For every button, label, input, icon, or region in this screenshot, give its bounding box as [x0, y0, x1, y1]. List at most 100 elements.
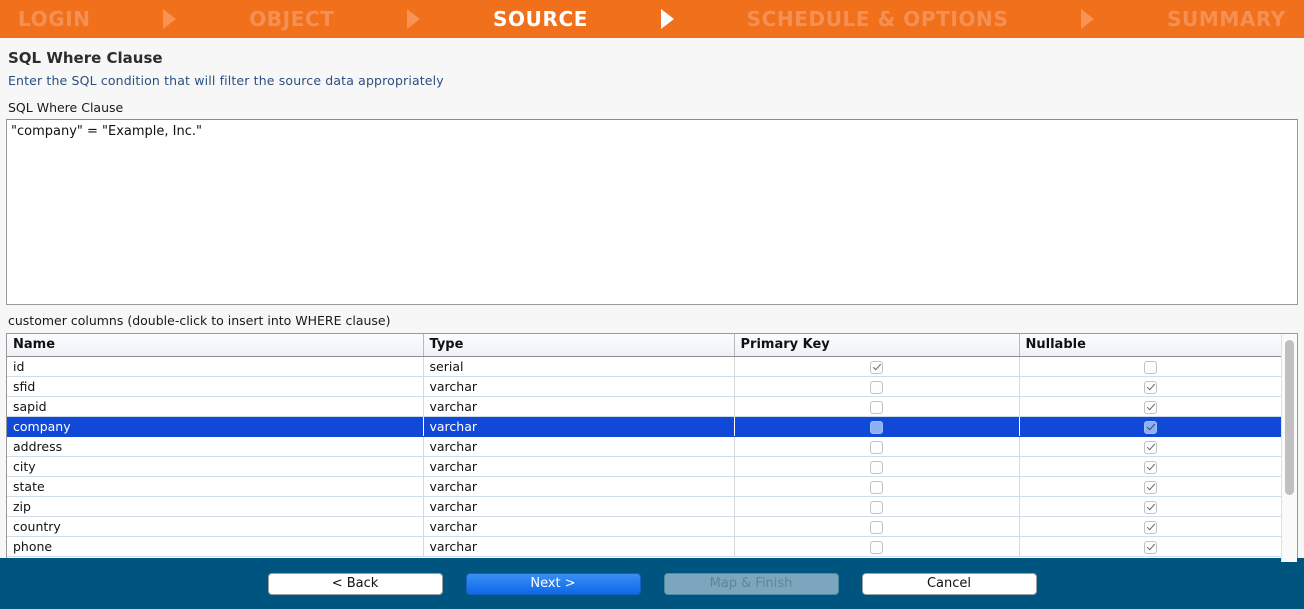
cell-primary-key	[734, 356, 1020, 377]
chevron-right-icon	[407, 9, 421, 29]
column-header-primary-key[interactable]: Primary Key	[734, 334, 1020, 357]
table-row[interactable]: sapid varchar	[7, 396, 1281, 417]
wizard-step-object[interactable]: OBJECT	[249, 7, 334, 31]
checkbox-unchecked-icon[interactable]	[870, 380, 883, 394]
checkbox-checked-icon[interactable]	[1143, 380, 1157, 394]
wizard-step-source[interactable]: SOURCE	[493, 7, 588, 31]
table-row[interactable]: sfid varchar	[7, 376, 1281, 397]
cell-primary-key	[734, 516, 1020, 537]
chevron-right-icon	[660, 9, 674, 29]
checkbox-checked-icon[interactable]	[1143, 540, 1157, 554]
cell-column-type: varchar	[423, 396, 735, 417]
cell-column-type: varchar	[423, 516, 735, 537]
cell-nullable	[1019, 516, 1281, 537]
table-row[interactable]: phone varchar	[7, 536, 1281, 557]
wizard-step-schedule-and-options[interactable]: SCHEDULE & OPTIONS	[747, 7, 1009, 31]
back-button[interactable]: < Back	[267, 572, 443, 595]
cell-column-type: varchar	[423, 376, 735, 397]
columns-table: Name Type Primary Key Nullable id serial s…	[7, 334, 1281, 557]
cell-column-name: sapid	[7, 396, 424, 417]
cell-column-name: id	[7, 356, 424, 377]
checkbox-unchecked-icon[interactable]	[1143, 360, 1157, 374]
cell-primary-key	[734, 416, 1020, 437]
cell-primary-key	[734, 496, 1020, 517]
cell-nullable	[1019, 456, 1281, 477]
columns-table-scroll-area: Name Type Primary Key Nullable id serial s…	[7, 334, 1281, 562]
cell-primary-key	[734, 376, 1020, 397]
cell-primary-key	[734, 456, 1020, 477]
chevron-right-icon	[163, 9, 177, 29]
main-content: SQL Where Clause Enter the SQL condition…	[0, 38, 1304, 563]
checkbox-checked-icon[interactable]	[1143, 480, 1157, 494]
cell-nullable	[1019, 396, 1281, 417]
checkbox-unchecked-icon[interactable]	[870, 400, 883, 414]
cell-column-type: varchar	[423, 436, 735, 457]
where-clause-input[interactable]	[7, 120, 1297, 304]
page-title: SQL Where Clause	[8, 49, 163, 67]
scrollbar-thumb[interactable]	[1285, 340, 1294, 495]
next-button[interactable]: Next >	[465, 572, 641, 595]
cancel-button[interactable]: Cancel	[861, 572, 1037, 595]
cell-nullable	[1019, 436, 1281, 457]
cell-column-name: sfid	[7, 376, 424, 397]
cell-nullable	[1019, 536, 1281, 557]
columns-table-scrollbar[interactable]	[1281, 334, 1297, 562]
cell-nullable	[1019, 356, 1281, 377]
table-row[interactable]: company varchar	[7, 416, 1281, 437]
wizard-footer: < Back Next > Map & Finish Cancel	[0, 558, 1304, 609]
checkbox-checked-icon[interactable]	[1143, 420, 1157, 434]
cell-column-name: city	[7, 456, 424, 477]
cell-primary-key	[734, 536, 1020, 557]
cell-primary-key	[734, 396, 1020, 417]
checkbox-checked-icon[interactable]	[1143, 400, 1157, 414]
cell-column-type: varchar	[423, 416, 735, 437]
column-header-nullable[interactable]: Nullable	[1019, 334, 1281, 357]
table-row[interactable]: zip varchar	[7, 496, 1281, 517]
columns-table-body: id serial sfid varchar sapid varchar company va…	[7, 356, 1281, 557]
cell-nullable	[1019, 416, 1281, 437]
table-row[interactable]: city varchar	[7, 456, 1281, 477]
checkbox-checked-icon[interactable]	[1143, 460, 1157, 474]
cell-column-type: varchar	[423, 536, 735, 557]
table-row[interactable]: country varchar	[7, 516, 1281, 537]
wizard-step-header: LOGIN OBJECT SOURCE SCHEDULE & OPTIONS S…	[0, 0, 1304, 38]
checkbox-checked-icon[interactable]	[1143, 440, 1157, 454]
table-row[interactable]: address varchar	[7, 436, 1281, 457]
column-header-type[interactable]: Type	[423, 334, 735, 357]
checkbox-checked-icon[interactable]	[870, 360, 883, 374]
checkbox-unchecked-icon[interactable]	[870, 460, 883, 474]
page-subtitle: Enter the SQL condition that will filter…	[8, 73, 444, 88]
cell-column-name: phone	[7, 536, 424, 557]
column-header-name[interactable]: Name	[7, 334, 424, 357]
checkbox-unchecked-icon[interactable]	[870, 480, 883, 494]
cell-column-name: company	[7, 416, 424, 437]
cell-nullable	[1019, 496, 1281, 517]
cell-nullable	[1019, 476, 1281, 497]
cell-column-type: varchar	[423, 456, 735, 477]
where-clause-textarea-container[interactable]	[6, 119, 1298, 305]
table-row[interactable]: state varchar	[7, 476, 1281, 497]
cell-column-name: zip	[7, 496, 424, 517]
wizard-step-login[interactable]: LOGIN	[18, 7, 91, 31]
checkbox-checked-icon[interactable]	[1143, 500, 1157, 514]
wizard-step-summary[interactable]: SUMMARY	[1167, 7, 1286, 31]
cell-column-name: address	[7, 436, 424, 457]
map-and-finish-button: Map & Finish	[663, 572, 839, 595]
checkbox-unchecked-icon[interactable]	[870, 500, 883, 514]
cell-column-type: serial	[423, 356, 735, 377]
columns-table-head: Name Type Primary Key Nullable	[7, 334, 1281, 357]
chevron-right-icon	[1081, 9, 1095, 29]
checkbox-unchecked-icon[interactable]	[870, 540, 883, 554]
cell-primary-key	[734, 476, 1020, 497]
checkbox-checked-icon[interactable]	[1143, 520, 1157, 534]
table-row[interactable]: id serial	[7, 356, 1281, 377]
cell-column-type: varchar	[423, 476, 735, 497]
checkbox-unchecked-icon[interactable]	[870, 520, 883, 534]
cell-column-type: varchar	[423, 496, 735, 517]
cell-nullable	[1019, 376, 1281, 397]
where-clause-label: SQL Where Clause	[8, 100, 124, 115]
cell-column-name: state	[7, 476, 424, 497]
cell-column-name: country	[7, 516, 424, 537]
checkbox-unchecked-icon[interactable]	[870, 420, 883, 434]
checkbox-unchecked-icon[interactable]	[870, 440, 883, 454]
